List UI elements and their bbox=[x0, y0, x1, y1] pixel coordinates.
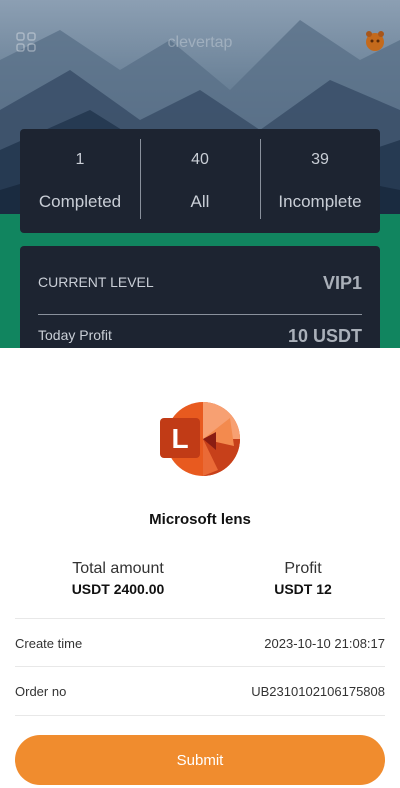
divider bbox=[38, 314, 362, 315]
order-bottom-sheet: L Microsoft lens Total amount USDT 2400.… bbox=[0, 348, 400, 788]
create-time-label: Create time bbox=[15, 636, 83, 651]
microsoft-lens-logo-icon: L bbox=[160, 402, 240, 476]
total-amount-value: USDT 2400.00 bbox=[71, 581, 165, 597]
total-amount-label: Total amount bbox=[72, 560, 164, 577]
stat-label: Incomplete bbox=[278, 192, 362, 211]
background-screen: clevertap 1 Completed 40 All 39 Incomple… bbox=[0, 0, 400, 348]
app-logo-letter: L bbox=[171, 423, 188, 454]
create-time-row: Create time 2023-10-10 21:08:17 bbox=[15, 618, 385, 667]
total-amount-block: Total amount USDT 2400.00 bbox=[18, 560, 218, 597]
stat-incomplete[interactable]: 39 Incomplete bbox=[260, 129, 380, 233]
today-profit-label: Today Profit bbox=[38, 327, 112, 343]
order-no-label: Order no bbox=[15, 684, 67, 699]
profit-value: USDT 12 bbox=[274, 581, 332, 597]
app-name: Microsoft lens bbox=[149, 511, 251, 528]
create-time-value: 2023-10-10 21:08:17 bbox=[264, 636, 385, 651]
submit-button[interactable]: Submit bbox=[15, 735, 385, 785]
order-no-value: UB2310102106175808 bbox=[251, 684, 385, 699]
stat-label: All bbox=[190, 192, 210, 211]
stat-value: 1 bbox=[75, 151, 85, 168]
profit-label: Profit bbox=[284, 560, 322, 577]
profile-avatar-icon[interactable] bbox=[362, 28, 388, 54]
stat-all[interactable]: 40 All bbox=[140, 129, 260, 233]
current-level-value: VIP1 bbox=[322, 273, 362, 293]
stat-value: 40 bbox=[191, 151, 209, 168]
level-card: CURRENT LEVEL VIP1 Today Profit 10 USDT bbox=[20, 246, 380, 348]
profit-block: Profit USDT 12 bbox=[224, 560, 382, 597]
order-no-row: Order no UB2310102106175808 bbox=[15, 666, 385, 716]
today-profit-value: 10 USDT bbox=[287, 326, 362, 346]
task-stats-card: 1 Completed 40 All 39 Incomplete bbox=[20, 129, 380, 233]
brand-title: clevertap bbox=[167, 34, 233, 51]
current-level-label: CURRENT LEVEL bbox=[38, 274, 154, 290]
stat-label: Completed bbox=[38, 192, 122, 211]
top-bar: clevertap bbox=[0, 24, 400, 60]
stat-completed[interactable]: 1 Completed bbox=[20, 129, 140, 233]
stat-value: 39 bbox=[311, 151, 329, 168]
